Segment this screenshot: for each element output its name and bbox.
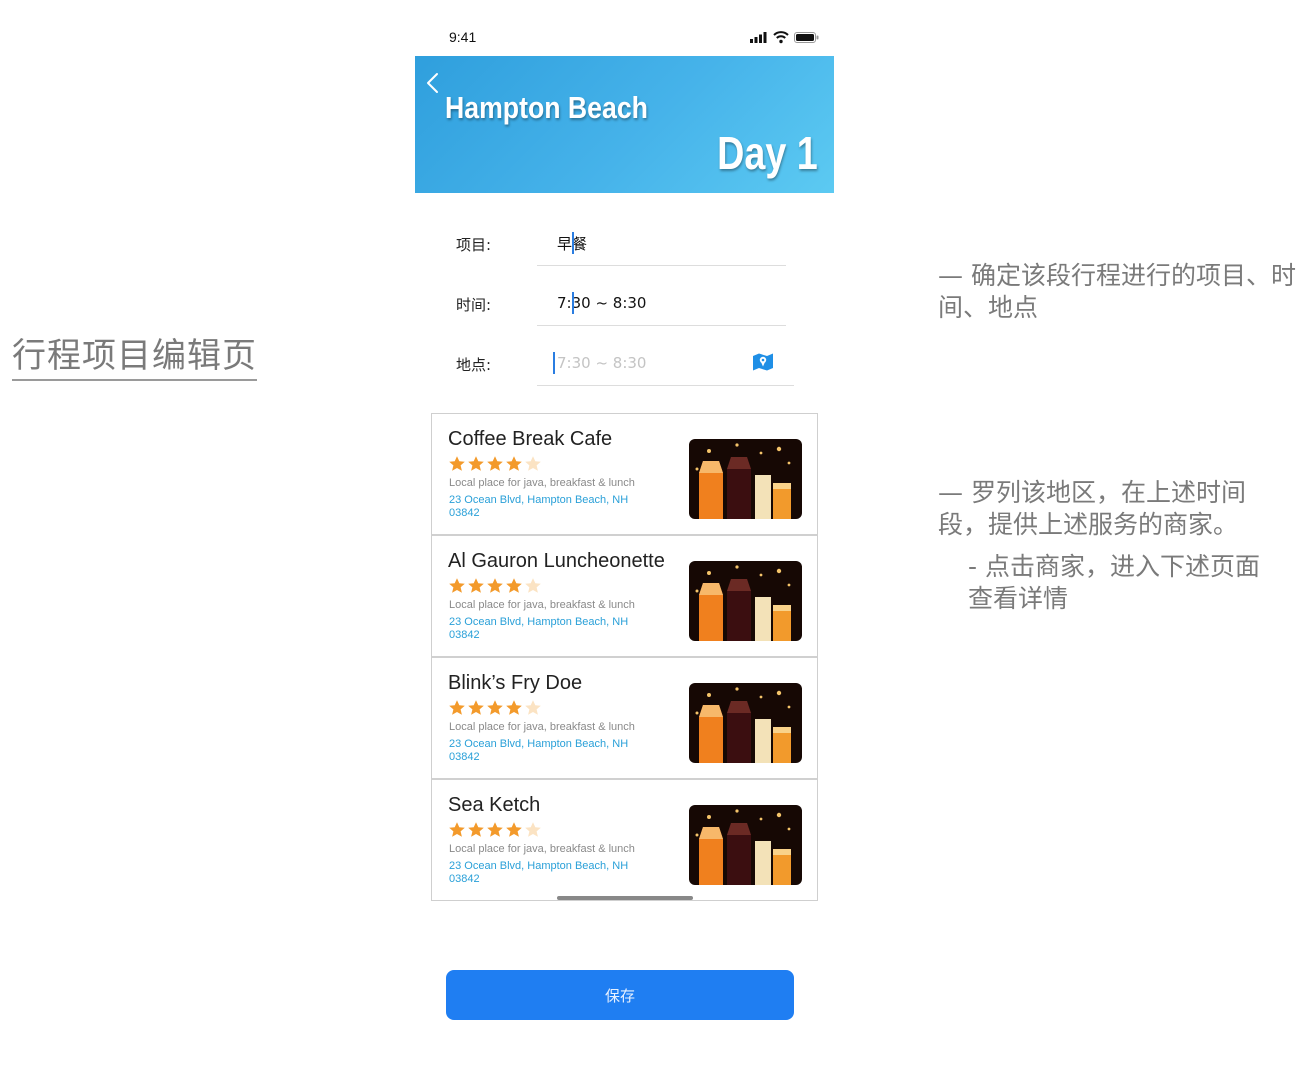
star-empty-icon bbox=[525, 456, 541, 471]
location-label: 地点: bbox=[456, 356, 492, 374]
form-row-location: 地点: bbox=[415, 334, 834, 394]
merchant-name: Coffee Break Cafe bbox=[448, 428, 613, 450]
item-field bbox=[537, 220, 786, 266]
merchant-photo bbox=[689, 805, 802, 885]
merchant-address[interactable]: 23 Ocean Blvd, Hampton Beach, NH 03842 bbox=[449, 738, 659, 764]
status-icons bbox=[750, 31, 819, 44]
signal-icon bbox=[750, 32, 767, 43]
star-empty-icon bbox=[525, 700, 541, 715]
merchant-list[interactable]: Coffee Break Cafe Local place for java, b… bbox=[431, 413, 818, 901]
star-filled-icon bbox=[468, 578, 484, 593]
annotation-merchant-click: - 点击商家，进入下述页面查看详情 bbox=[968, 552, 1260, 613]
text-caret bbox=[572, 232, 574, 254]
merchant-description: Local place for java, breakfast & lunch bbox=[449, 721, 635, 733]
destination-title: Hampton Beach bbox=[445, 90, 648, 125]
merchant-address[interactable]: 23 Ocean Blvd, Hampton Beach, NH 03842 bbox=[449, 494, 659, 520]
merchant-description: Local place for java, breakfast & lunch bbox=[449, 477, 635, 489]
trip-header: Hampton Beach Day 1 bbox=[415, 56, 834, 193]
merchant-description: Local place for java, breakfast & lunch bbox=[449, 599, 635, 611]
map-icon[interactable] bbox=[752, 352, 774, 372]
phone-screen: 9:41 Hampton Beach Day 1 项目: 早餐 时间: 7:30… bbox=[415, 0, 834, 1065]
status-bar: 9:41 bbox=[415, 22, 834, 52]
location-input[interactable] bbox=[557, 352, 747, 374]
star-filled-icon bbox=[449, 456, 465, 471]
star-filled-icon bbox=[449, 700, 465, 715]
merchant-address[interactable]: 23 Ocean Blvd, Hampton Beach, NH 03842 bbox=[449, 860, 659, 886]
page-title: 行程项目编辑页 bbox=[12, 328, 257, 381]
merchant-photo bbox=[689, 561, 802, 641]
merchant-description: Local place for java, breakfast & lunch bbox=[449, 843, 635, 855]
merchant-card[interactable]: Blink’s Fry Doe Local place for java, bre… bbox=[432, 658, 817, 780]
merchant-address[interactable]: 23 Ocean Blvd, Hampton Beach, NH 03842 bbox=[449, 616, 659, 642]
text-caret bbox=[553, 352, 555, 374]
merchant-photo bbox=[689, 439, 802, 519]
chevron-left-icon[interactable] bbox=[423, 70, 443, 96]
star-filled-icon bbox=[468, 700, 484, 715]
time-field bbox=[537, 280, 786, 326]
star-filled-icon bbox=[449, 578, 465, 593]
rating-stars bbox=[448, 821, 543, 839]
save-button[interactable]: 保存 bbox=[446, 970, 794, 1020]
star-filled-icon bbox=[468, 822, 484, 837]
merchant-card[interactable]: Al Gauron Luncheonette Local place for ja… bbox=[432, 536, 817, 658]
day-label: Day 1 bbox=[717, 127, 818, 179]
rating-stars bbox=[448, 455, 543, 473]
form-row-time: 时间: bbox=[415, 274, 834, 334]
star-filled-icon bbox=[506, 578, 522, 593]
merchant-name: Al Gauron Luncheonette bbox=[448, 550, 665, 572]
star-filled-icon bbox=[487, 456, 503, 471]
merchant-name: Sea Ketch bbox=[448, 794, 541, 816]
location-field bbox=[537, 340, 794, 386]
form-row-item: 项目: bbox=[415, 214, 834, 274]
text-caret bbox=[572, 292, 574, 314]
star-filled-icon bbox=[468, 456, 484, 471]
time-label: 时间: bbox=[456, 296, 492, 314]
star-filled-icon bbox=[487, 822, 503, 837]
status-time: 9:41 bbox=[449, 29, 477, 45]
rating-stars bbox=[448, 577, 543, 595]
battery-icon bbox=[794, 32, 819, 43]
star-filled-icon bbox=[506, 700, 522, 715]
star-filled-icon bbox=[487, 578, 503, 593]
star-empty-icon bbox=[525, 578, 541, 593]
star-filled-icon bbox=[506, 822, 522, 837]
star-filled-icon bbox=[506, 456, 522, 471]
star-filled-icon bbox=[449, 822, 465, 837]
wifi-icon bbox=[773, 31, 789, 44]
item-label: 项目: bbox=[456, 236, 492, 254]
merchant-card[interactable]: Coffee Break Cafe Local place for java, b… bbox=[432, 414, 817, 536]
scroll-indicator[interactable] bbox=[557, 896, 693, 900]
merchant-card[interactable]: Sea Ketch Local place for java, breakfast… bbox=[432, 780, 817, 900]
rating-stars bbox=[448, 699, 543, 717]
time-input[interactable] bbox=[557, 292, 747, 314]
annotation-merchant-list: — 罗列该地区，在上述时间段，提供上述服务的商家。 bbox=[938, 478, 1246, 539]
merchant-photo bbox=[689, 683, 802, 763]
merchant-name: Blink’s Fry Doe bbox=[448, 672, 583, 694]
item-input[interactable] bbox=[557, 232, 747, 254]
star-filled-icon bbox=[487, 700, 503, 715]
annotation-form: — 确定该段行程进行的项目、时间、地点 bbox=[938, 261, 1296, 322]
star-empty-icon bbox=[525, 822, 541, 837]
